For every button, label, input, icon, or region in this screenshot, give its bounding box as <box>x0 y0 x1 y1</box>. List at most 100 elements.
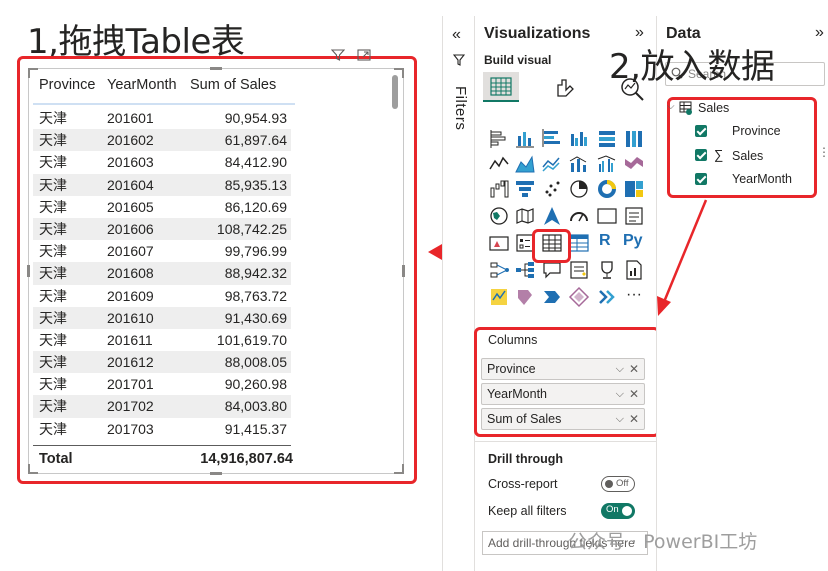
table-row: 天津 201607 99,796.99 <box>33 240 291 262</box>
data-table-sales[interactable]: Sales <box>698 101 729 115</box>
resize-handle-left[interactable] <box>27 265 30 277</box>
resize-handle-top[interactable] <box>210 67 222 70</box>
column-header-yearmonth[interactable]: YearMonth <box>107 77 177 93</box>
power-automate-icon[interactable] <box>541 286 563 308</box>
line-and-stacked-column-icon[interactable] <box>568 153 590 175</box>
table-visual[interactable]: Province YearMonth Sum of Sales 天津 201601… <box>27 49 405 475</box>
table-row: 天津 201703 91,415.37 <box>33 418 291 440</box>
donut-chart-icon[interactable] <box>596 178 618 200</box>
power-apps-icon[interactable] <box>514 286 536 308</box>
line-chart-icon[interactable] <box>488 153 510 175</box>
card-icon[interactable] <box>596 205 618 227</box>
table-row: 天津 201610 91,430.69 <box>33 306 291 329</box>
goals-icon[interactable] <box>596 259 618 281</box>
field-yearmonth[interactable]: YearMonth <box>732 172 792 186</box>
cell-yearmonth: 201701 <box>107 376 154 393</box>
clustered-bar-chart-icon[interactable] <box>541 128 563 150</box>
cross-report-toggle[interactable]: Off <box>601 476 635 492</box>
gauge-icon[interactable] <box>568 205 590 227</box>
cell-yearmonth: 201703 <box>107 420 154 437</box>
highlight-table-icon <box>532 229 571 263</box>
field-sales[interactable]: Sales <box>732 149 763 163</box>
cell-yearmonth: 201603 <box>107 154 154 171</box>
kpi-icon[interactable] <box>488 232 510 254</box>
clustered-column-chart-icon[interactable] <box>568 128 590 150</box>
field-province[interactable]: Province <box>732 124 781 138</box>
well-yearmonth[interactable]: YearMonth ⌵ ✕ <box>481 383 645 405</box>
column-header-sum-of-sales[interactable]: Sum of Sales <box>190 77 276 93</box>
scatter-chart-icon[interactable] <box>541 178 563 200</box>
chevron-down-icon[interactable]: ⌵ <box>616 384 624 404</box>
smart-narrative-icon[interactable] <box>568 259 590 281</box>
focus-mode-icon[interactable] <box>357 49 371 61</box>
remove-field-icon[interactable]: ✕ <box>629 384 639 404</box>
table-body: 天津 201601 90,954.93 天津 201602 61,897.64 天津 2016… <box>33 107 291 445</box>
well-sum-of-sales[interactable]: Sum of Sales ⌵ ✕ <box>481 408 645 430</box>
r-script-visual-icon[interactable]: R <box>596 232 618 254</box>
filters-pane[interactable]: « Filters <box>442 16 474 571</box>
map-icon[interactable] <box>488 205 510 227</box>
keep-all-filters-toggle[interactable]: On <box>601 503 635 519</box>
cell-sum-of-sales: 84,003.80 <box>224 398 287 415</box>
cell-province: 天津 <box>39 287 67 304</box>
paginated-report-icon[interactable] <box>623 259 645 281</box>
cell-yearmonth: 201609 <box>107 287 154 304</box>
multi-row-card-icon[interactable] <box>623 205 645 227</box>
key-influencers-icon[interactable] <box>488 259 510 281</box>
filled-map-icon[interactable] <box>514 205 536 227</box>
stacked-area-chart-icon[interactable] <box>541 153 563 175</box>
chevron-down-icon[interactable]: ⌵ <box>667 101 675 112</box>
field-checkbox-province[interactable] <box>695 125 707 137</box>
decomposition-tree-icon[interactable] <box>514 259 536 281</box>
resize-handle-top-left[interactable] <box>28 68 38 78</box>
cell-sum-of-sales: 99,796.99 <box>224 243 287 260</box>
table-row: 天津 201601 90,954.93 <box>33 107 291 129</box>
cell-province: 天津 <box>39 220 67 237</box>
stacked-column-chart-icon[interactable] <box>514 128 536 150</box>
azure-map-icon[interactable] <box>541 205 563 227</box>
funnel-chart-icon[interactable] <box>514 178 536 200</box>
cell-province: 天津 <box>39 243 67 260</box>
collapse-filters-icon[interactable]: « <box>452 26 461 44</box>
cell-yearmonth: 201605 <box>107 198 154 215</box>
arcgis-map-icon[interactable] <box>488 286 510 308</box>
field-checkbox-yearmonth[interactable] <box>695 173 707 185</box>
waterfall-chart-icon[interactable] <box>488 178 510 200</box>
cell-sum-of-sales: 86,120.69 <box>224 198 287 215</box>
annotation-step2: 2,放入数据 <box>609 47 775 87</box>
diamond-visual-icon[interactable] <box>568 286 590 308</box>
resize-handle-bottom[interactable] <box>210 472 222 475</box>
power-automate-flow-icon[interactable] <box>596 286 618 308</box>
filters-label[interactable]: Filters <box>452 86 469 130</box>
well-province[interactable]: Province ⌵ ✕ <box>481 358 645 380</box>
watermark: 公众号 · PowerBI工坊 <box>568 531 758 553</box>
area-chart-icon[interactable] <box>514 153 536 175</box>
pie-chart-icon[interactable] <box>568 178 590 200</box>
more-options-icon[interactable]: ⋮ <box>818 145 828 159</box>
chevron-down-icon[interactable]: ⌵ <box>616 359 624 379</box>
resize-handle-right[interactable] <box>402 265 405 277</box>
filter-icon[interactable] <box>331 49 345 61</box>
column-header-province[interactable]: Province <box>39 77 95 93</box>
field-checkbox-sales[interactable] <box>695 149 707 161</box>
more-visuals-icon[interactable]: ··· <box>623 286 645 308</box>
stacked-bar-chart-icon[interactable] <box>488 128 510 150</box>
ribbon-chart-icon[interactable] <box>623 153 645 175</box>
table-row: 天津 201606 108,742.25 <box>33 217 291 241</box>
collapse-data-icon[interactable]: » <box>815 24 824 42</box>
resize-handle-bottom-right[interactable] <box>394 464 404 474</box>
treemap-icon[interactable] <box>623 178 645 200</box>
table-scrollbar[interactable] <box>392 75 398 109</box>
remove-field-icon[interactable]: ✕ <box>629 409 639 429</box>
total-row: Total 14,916,807.64 <box>33 445 293 471</box>
cell-yearmonth: 201601 <box>107 110 154 126</box>
matrix-icon[interactable] <box>568 232 590 254</box>
cell-province: 天津 <box>39 331 67 348</box>
line-and-clustered-column-icon[interactable] <box>596 153 618 175</box>
chevron-down-icon[interactable]: ⌵ <box>616 409 624 429</box>
cell-yearmonth: 201610 <box>107 309 154 326</box>
100-stacked-bar-chart-icon[interactable] <box>596 128 618 150</box>
100-stacked-column-chart-icon[interactable] <box>623 128 645 150</box>
python-visual-icon[interactable]: Py <box>623 232 645 254</box>
remove-field-icon[interactable]: ✕ <box>629 359 639 379</box>
